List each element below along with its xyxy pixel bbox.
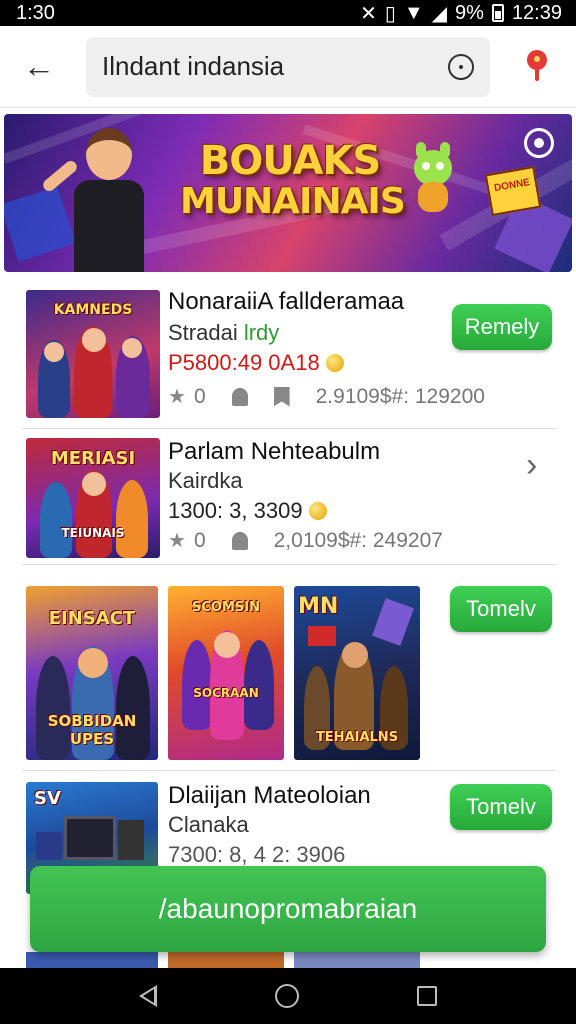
location-pin-icon[interactable] xyxy=(526,49,548,84)
item-meta: 2.9109$#: 129200 xyxy=(315,384,485,408)
item-price: P5800:49 0A18 xyxy=(168,350,344,376)
battery-percent: 9% xyxy=(455,1,484,24)
signal-icon: ◢ xyxy=(431,2,448,25)
bookmark-icon xyxy=(273,386,290,407)
item-subtitle: Stradai lrdy xyxy=(168,320,280,345)
banner-title-line2: MUNAINAIS xyxy=(180,181,406,222)
thumbnail-label: SV xyxy=(34,788,61,809)
gallery-row: EINSACT SOBBIDAN UPES SCOMSIN SOCRAAN MN… xyxy=(22,580,556,766)
primary-cta-button[interactable]: /abaunopromabraian xyxy=(30,866,546,952)
gallery-action-button[interactable]: Tomelv xyxy=(450,586,552,632)
hero-character xyxy=(40,122,154,272)
status-time: 1:30 xyxy=(16,1,55,24)
divider xyxy=(22,428,556,429)
back-arrow-icon[interactable]: ← xyxy=(14,42,64,92)
item-meta: 2,0109$#: 249207 xyxy=(273,528,443,552)
nav-back-icon[interactable] xyxy=(139,985,157,1007)
gallery-thumbnail[interactable]: MN TEHAIALNS xyxy=(294,586,420,760)
item-title: Parlam Nehteabulm xyxy=(168,438,381,465)
top-app-bar: ← xyxy=(0,26,576,108)
item-stats: ★ 0 2.9109$#: 129200 xyxy=(168,384,485,409)
item-title: Dlaiijan Mateoloian xyxy=(168,782,371,809)
list-item[interactable]: KAMNEDS NonaraiiA fallderamaa Stradai lr… xyxy=(22,284,556,424)
mute-icon: ✕ xyxy=(360,2,377,25)
controller-icon xyxy=(231,387,248,406)
banner-title: BOUAKS MUNAINAIS xyxy=(180,138,406,222)
battery-icon xyxy=(491,4,504,22)
thumbnail-sublabel: TEIUNAIS xyxy=(61,526,125,540)
coin-icon xyxy=(308,502,327,520)
item-price: 1300: 3, 3309 xyxy=(168,498,327,524)
chevron-right-icon[interactable]: › xyxy=(526,446,537,485)
item-subtitle: Clanaka xyxy=(168,812,249,837)
vibrate-icon: ▯ xyxy=(384,2,396,25)
item-action-button[interactable]: Remely xyxy=(452,304,552,350)
status-clock: 12:39 xyxy=(511,1,562,24)
search-box[interactable] xyxy=(86,36,490,97)
promo-banner[interactable]: BOUAKS MUNAINAIS DONNE xyxy=(4,114,572,272)
thumbnail-label: KAMNEDS xyxy=(53,302,133,318)
history-icon[interactable] xyxy=(448,53,474,80)
search-input[interactable] xyxy=(102,51,448,82)
item-stats: ★ 0 2,0109$#: 249207 xyxy=(168,528,443,553)
system-nav-bar xyxy=(0,968,576,1024)
status-icons: ✕ ▯ ▼ ◢ 9% 12:39 xyxy=(360,1,562,26)
coin-icon xyxy=(325,354,344,372)
gallery-thumbnail[interactable]: EINSACT SOBBIDAN UPES xyxy=(26,586,158,760)
next-row-peek xyxy=(26,952,556,968)
mascot-character xyxy=(408,142,458,212)
status-bar: 1:30 ✕ ▯ ▼ ◢ 9% 12:39 xyxy=(0,0,576,26)
thumbnail-label: MERIASI xyxy=(50,448,136,469)
item-title: NonaraiiA fallderamaa xyxy=(168,288,405,315)
nav-home-icon[interactable] xyxy=(275,984,299,1008)
item-price: 7300: 8, 4 2: 3906 xyxy=(168,842,346,867)
settings-icon[interactable] xyxy=(524,128,554,158)
nav-recents-icon[interactable] xyxy=(417,986,437,1006)
divider xyxy=(22,564,556,565)
item-action-button[interactable]: Tomelv xyxy=(450,784,552,830)
banner-title-line1: BOUAKS xyxy=(199,138,382,184)
item-thumbnail: MERIASI TEIUNAIS xyxy=(26,438,160,558)
item-subtitle: Kairdka xyxy=(168,468,243,493)
star-icon: ★ xyxy=(168,386,186,408)
controller-icon xyxy=(231,531,248,550)
wifi-icon: ▼ xyxy=(403,1,424,24)
star-icon: ★ xyxy=(168,530,186,552)
item-thumbnail: KAMNEDS xyxy=(26,290,160,418)
list-item[interactable]: MERIASI TEIUNAIS Parlam Nehteabulm Kaird… xyxy=(22,432,556,562)
banner-card: DONNE xyxy=(484,165,542,217)
divider xyxy=(22,770,556,771)
gallery-thumbnail[interactable]: SCOMSIN SOCRAAN xyxy=(168,586,284,760)
